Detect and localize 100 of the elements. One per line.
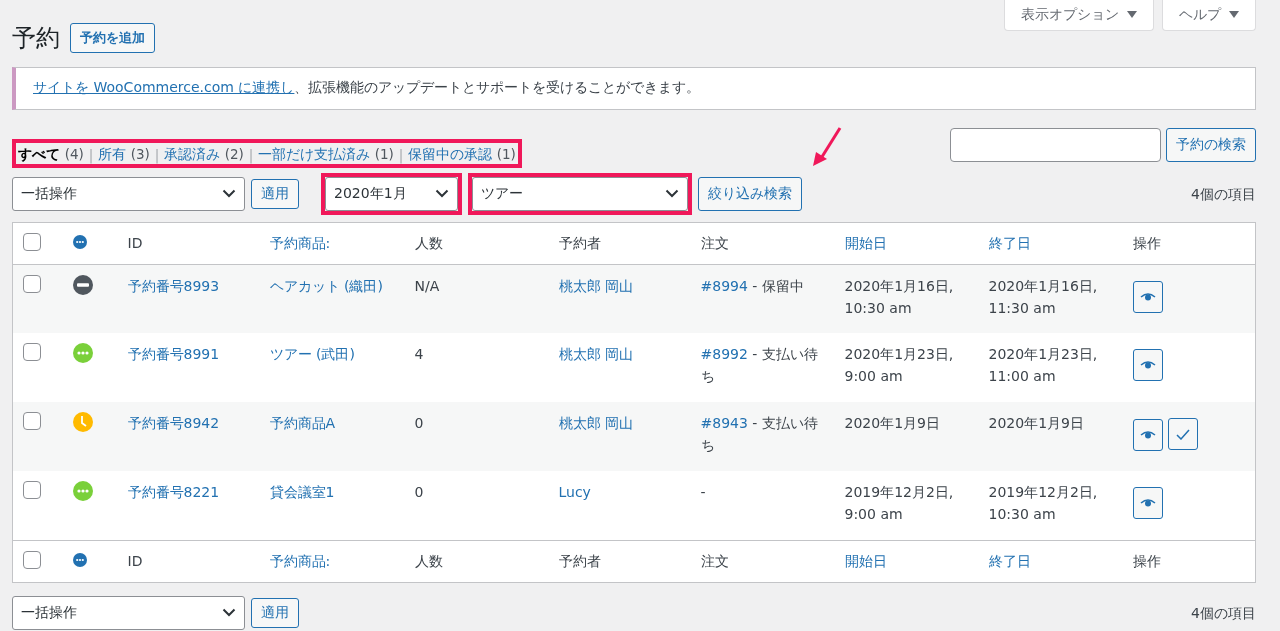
booking-id-link[interactable]: 予約番号8993: [127, 274, 220, 297]
row-checkbox[interactable]: [23, 274, 41, 293]
view-filter-link[interactable]: 保留中の承認 (1): [408, 145, 516, 164]
end-date: 2020年1月23日, 11:00 am: [988, 345, 1099, 387]
product-link[interactable]: ツアー (武田): [269, 343, 355, 366]
row-checkbox[interactable]: [23, 343, 41, 362]
search-field[interactable]: [950, 127, 1161, 162]
order-text: #8943 - 支払い待ち: [700, 414, 819, 456]
separator: |: [248, 146, 254, 163]
column-header: 注文: [700, 234, 729, 254]
column-header[interactable]: 開始日: [844, 232, 887, 255]
start-date: 2020年1月9日: [844, 414, 940, 434]
view-button[interactable]: [1132, 418, 1163, 451]
booker-link[interactable]: 桃太郎 岡山: [558, 412, 633, 435]
view-filter-link[interactable]: すべて (4): [18, 145, 84, 164]
booker-link[interactable]: 桃太郎 岡山: [558, 274, 633, 297]
booker-link[interactable]: 桃太郎 岡山: [558, 343, 633, 366]
view-filter-link[interactable]: 承認済み (2): [164, 145, 244, 164]
separator: |: [398, 146, 404, 163]
order-text: -: [700, 483, 706, 503]
select-all-checkbox[interactable]: [23, 550, 41, 569]
product-link[interactable]: 予約商品A: [269, 412, 336, 435]
product-link[interactable]: ヘアカット (織田): [269, 274, 383, 297]
end-date: 2019年12月2日, 10:30 am: [988, 483, 1099, 525]
bulk-action-select[interactable]: 一括操作: [12, 176, 245, 211]
column-header[interactable]: 予約商品:: [269, 232, 331, 255]
column-header: 操作: [1132, 234, 1161, 254]
column-header[interactable]: 予約商品:: [269, 550, 331, 573]
separator: |: [154, 146, 160, 163]
eye-icon: [1139, 429, 1156, 440]
column-header: ID: [127, 552, 143, 572]
column-header: 人数: [414, 552, 443, 572]
chevron-icon: [222, 189, 236, 199]
view-filter-link[interactable]: 一部だけ支払済み (1): [258, 145, 394, 164]
filter-button[interactable]: 絞り込み検索: [698, 176, 802, 211]
screen-tab-button[interactable]: 表示オプション: [1004, 0, 1154, 31]
apply-button[interactable]: 適用: [251, 597, 299, 628]
select-all-checkbox[interactable]: [23, 232, 41, 251]
order-link[interactable]: #8943: [700, 415, 748, 432]
view-button[interactable]: [1132, 349, 1163, 382]
add-booking-button[interactable]: 予約を追加: [70, 23, 155, 53]
column-header[interactable]: 終了日: [988, 232, 1031, 255]
dots-circle-icon: [72, 343, 93, 364]
item-count: 4個の項目: [1191, 184, 1256, 204]
end-date: 2020年1月9日: [988, 414, 1084, 434]
product-link[interactable]: 貸会議室1: [269, 481, 335, 504]
row-checkbox[interactable]: [23, 481, 41, 500]
product-select[interactable]: ツアー: [472, 176, 688, 211]
persons-cell-text: 0: [414, 414, 424, 434]
bulk-action-select[interactable]: 一括操作: [12, 595, 245, 630]
order-link[interactable]: #8992: [700, 346, 748, 363]
chevron-icon: [222, 608, 236, 618]
column-header[interactable]: 終了日: [988, 550, 1031, 573]
apply-button[interactable]: 適用: [251, 178, 299, 209]
column-header: 操作: [1132, 552, 1161, 572]
separator: |: [88, 146, 94, 163]
minus-circle-icon: [72, 274, 93, 295]
page-title: 予約: [12, 23, 60, 54]
booker-link[interactable]: Lucy: [558, 481, 591, 504]
item-count: 4個の項目: [1191, 603, 1256, 623]
column-header: 注文: [700, 552, 729, 572]
month-select[interactable]: 2020年1月: [325, 176, 458, 211]
booking-id-link[interactable]: 予約番号8942: [127, 412, 220, 435]
chevron-icon: [665, 189, 679, 199]
dots-circle-icon: [72, 552, 87, 567]
search-button[interactable]: 予約の検索: [1166, 127, 1256, 162]
view-button[interactable]: [1132, 487, 1163, 520]
column-header[interactable]: 開始日: [844, 550, 887, 573]
notice-text: 、拡張機能のアップデートとサポートを受けることができます。: [294, 79, 701, 98]
screen-tab-button[interactable]: ヘルプ: [1162, 0, 1256, 31]
eye-icon: [1139, 360, 1156, 371]
booking-id-link[interactable]: 予約番号8221: [127, 481, 220, 504]
start-date: 2020年1月16日, 10:30 am: [844, 276, 955, 318]
booking-id-link[interactable]: 予約番号8991: [127, 343, 220, 366]
start-date: 2019年12月2日, 9:00 am: [844, 483, 955, 525]
persons-cell-text: 4: [414, 345, 424, 365]
end-date: 2020年1月16日, 11:30 am: [988, 276, 1099, 318]
checkmark-icon: [1175, 428, 1190, 440]
confirm-button[interactable]: [1167, 418, 1198, 451]
row-checkbox[interactable]: [23, 412, 41, 431]
column-header: 人数: [414, 234, 443, 254]
persons-cell-text: 0: [414, 483, 424, 503]
eye-icon: [1139, 291, 1156, 302]
column-header: ID: [127, 234, 143, 254]
caret-icon: [1127, 11, 1137, 18]
order-text: #8994 - 保留中: [700, 276, 804, 296]
arrow-icon: [810, 126, 844, 168]
caret-icon: [1229, 11, 1239, 18]
clock-icon: [72, 412, 93, 433]
view-button[interactable]: [1132, 280, 1163, 313]
start-date: 2020年1月23日, 9:00 am: [844, 345, 955, 387]
chevron-icon: [435, 189, 449, 199]
column-header: 予約者: [558, 234, 601, 254]
connect-link[interactable]: サイトを WooCommerce.com に連携し: [33, 79, 295, 98]
order-text: #8992 - 支払い待ち: [700, 345, 819, 387]
view-filter-link[interactable]: 所有 (3): [98, 145, 150, 164]
column-header: 予約者: [558, 552, 601, 572]
dots-circle-icon: [72, 234, 87, 249]
order-link[interactable]: #8994: [700, 277, 748, 294]
dots-circle-icon: [72, 481, 93, 502]
